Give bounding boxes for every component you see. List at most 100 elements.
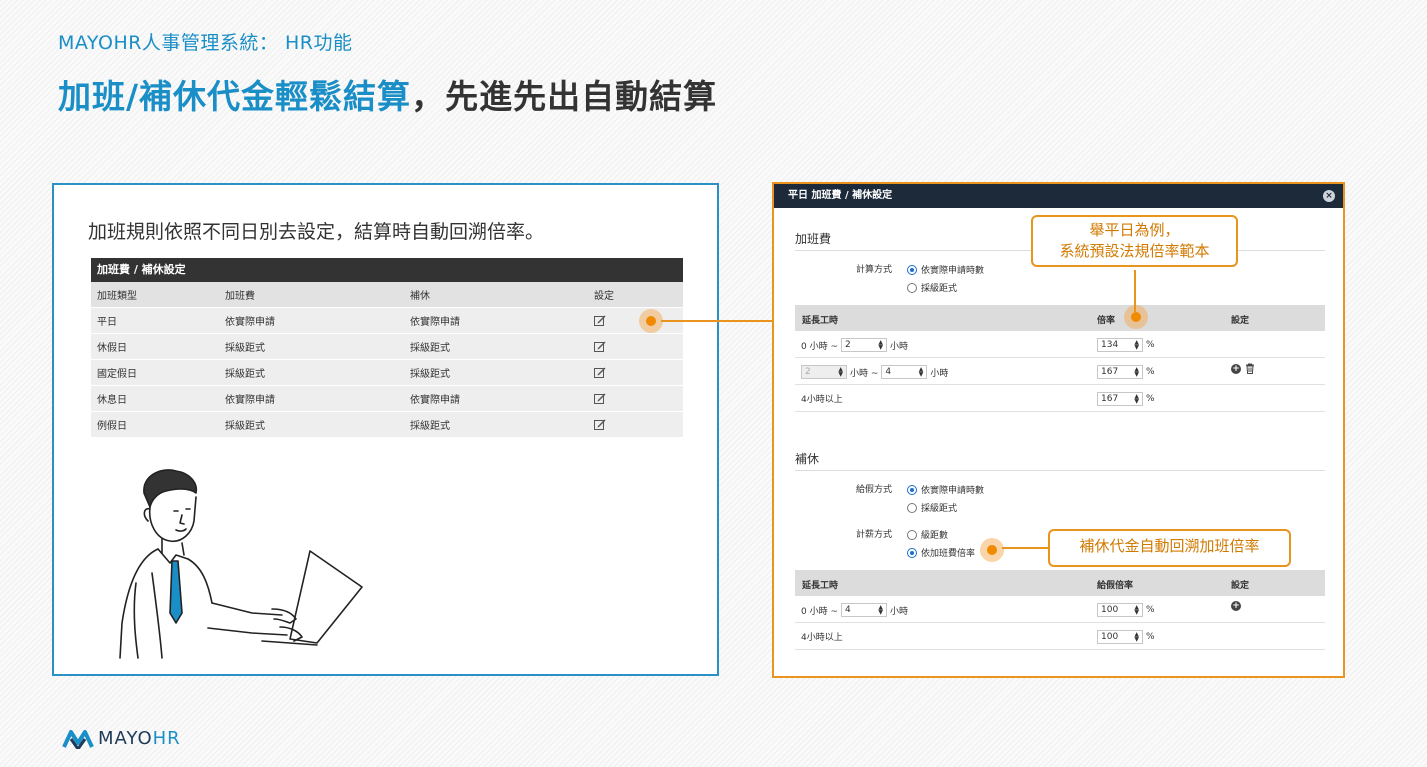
edit-icon[interactable] [594,315,634,326]
stepper-arrows-icon: ▲ ▼ [918,366,924,378]
table-title: 加班費 / 補休設定 [91,258,683,282]
highlight-marker [639,309,663,333]
hours-stepper[interactable]: 4 ▲ ▼ [841,603,887,617]
header-grant-rate: 給假倍率 [1097,581,1134,591]
table-header: 加班類型 加班費 補休 設定 [91,282,683,308]
dialog-title-bar: 平日 加班費 / 補休設定 × [774,184,1343,208]
edit-icon[interactable] [594,341,634,352]
unit-label: 小時 [890,606,909,617]
table-row: 休息日 依實際申請 依實際申請 [91,386,683,412]
radio-grant-actual[interactable]: 依實際申請時數 [907,483,984,496]
table-row: 休假日 採級距式 採級距式 [91,334,683,360]
radio-dot [907,529,917,540]
percent-label: % [1146,394,1155,404]
radio-grant-tiered[interactable]: 採級距式 [907,501,957,514]
radio-pay-overtime-rate[interactable]: 依加班費倍率 [907,546,975,559]
header-settings: 設定 [594,291,614,302]
radio-label: 採級距式 [921,504,958,514]
row-comp: 依實際申請 [410,395,460,406]
stepper-value: 134 [1101,340,1119,350]
radio-label: 級距數 [921,531,949,541]
percent-label: % [1146,632,1155,642]
comp-grid-header: 延長工時 給假倍率 設定 [795,570,1325,596]
radio-dot [907,502,917,513]
radio-dot [907,484,917,495]
delete-row-icon[interactable] [1245,363,1255,374]
hours-stepper[interactable]: 2 ▲ ▼ [841,338,887,352]
row-pay: 依實際申請 [225,395,275,406]
percent-label: % [1146,340,1155,350]
page-title: 加班/補休代金輕鬆結算，先進先出自動結算 [58,70,717,118]
stepper-value: 2 [805,367,811,377]
comp-row: 0 小時 ~ 4 ▲ ▼ 小時 100 ▲ ▼ % + [795,596,1325,623]
radio-dot [907,547,917,558]
row-type: 例假日 [97,421,127,432]
row-pay: 採級距式 [225,421,265,432]
radio-pay-tier[interactable]: 級距數 [907,528,948,541]
overtime-row: 0 小時 ~ 2 ▲ ▼ 小時 134 ▲ ▼ % [795,331,1325,358]
radio-actual-hours[interactable]: 依實際申請時數 [907,263,984,276]
from-label: 0 小時 ~ [801,341,838,352]
from-label: 4小時以上 [801,395,843,405]
rate-stepper[interactable]: 167 ▲ ▼ [1097,392,1143,406]
header-rate: 倍率 [1097,316,1116,326]
dialog-title: 平日 加班費 / 補休設定 [788,190,893,201]
grant-method-label: 給假方式 [856,485,893,495]
stepper-value: 100 [1101,632,1119,642]
overtime-settings-table: 加班費 / 補休設定 加班類型 加班費 補休 設定 平日 依實際申請 依實際申請… [91,258,683,438]
stepper-arrows-icon: ▲ ▼ [1134,366,1139,378]
stepper-arrows-icon: ▲ ▼ [1134,339,1139,351]
rate-stepper[interactable]: 100 ▲ ▼ [1097,603,1143,617]
radio-tiered[interactable]: 採級距式 [907,281,957,294]
header-settings: 設定 [1231,316,1250,326]
stepper-arrows-icon: ▲ ▼ [878,604,883,616]
callout-default-template: 舉平日為例， 系統預設法規倍率範本 [1031,215,1238,267]
page-subtitle: MAYOHR人事管理系統： HR功能 [58,32,353,54]
overtime-row: 4小時以上 167 ▲ ▼ % [795,385,1325,412]
stepper-value: 2 [845,340,851,350]
highlight-marker [980,538,1004,562]
stepper-arrows-icon: ▲ ▼ [1134,604,1139,616]
man-at-laptop-illustration [119,469,363,659]
title-highlight: 加班/補休代金輕鬆結算 [58,77,412,116]
stepper-arrows-icon: ▲ ▼ [878,339,883,351]
callout-line-2: 系統預設法規倍率範本 [1059,242,1210,260]
from-label: 4小時以上 [801,633,843,643]
radio-label: 依實際申請時數 [921,266,985,276]
table-row: 國定假日 採級距式 採級距式 [91,360,683,386]
mayohr-logo-icon [62,729,94,749]
stepper-arrows-icon: ▲ ▼ [1134,393,1139,405]
table-row: 平日 依實際申請 依實際申請 [91,308,683,334]
title-rest: ，先進先出自動結算 [411,77,718,116]
to-hours-stepper[interactable]: 4 ▲ ▼ [881,365,928,379]
add-row-icon[interactable]: + [1231,601,1241,611]
edit-icon[interactable] [594,393,634,404]
rate-stepper[interactable]: 134 ▲ ▼ [1097,338,1143,352]
header-extended-hours: 延長工時 [802,316,839,326]
edit-icon[interactable] [594,419,634,430]
rate-stepper[interactable]: 167 ▲ ▼ [1097,365,1143,379]
row-type: 平日 [97,317,117,328]
edit-icon[interactable] [594,367,634,378]
add-row-icon[interactable]: + [1231,363,1241,374]
stepper-value: 4 [885,367,892,377]
row-type: 休假日 [97,343,127,354]
mayohr-logo: MAYO HR [62,728,181,749]
percent-label: % [1146,605,1155,615]
left-description: 加班規則依照不同日別去設定，結算時自動回溯倍率。 [88,221,545,243]
row-pay: 採級距式 [225,369,265,380]
unit-label: 小時 [930,368,949,379]
rate-stepper[interactable]: 100 ▲ ▼ [1097,630,1143,644]
percent-label: % [1146,367,1155,377]
row-comp: 依實際申請 [410,317,460,328]
overtime-row: 2 ▲ ▼ 小時 ~ 4 ▲ ▼ 小時 167 ▲ ▼ % + [795,358,1325,385]
row-type: 國定假日 [97,369,137,380]
close-icon[interactable]: × [1323,190,1335,202]
connector-line [1134,270,1136,312]
unit-label: 小時 [890,341,909,352]
row-pay: 依實際申請 [225,317,275,328]
separator-label: 小時 ~ [850,368,879,379]
header-settings: 設定 [1231,581,1250,591]
comp-row: 4小時以上 100 ▲ ▼ % [795,623,1325,650]
row-type: 休息日 [97,395,127,406]
